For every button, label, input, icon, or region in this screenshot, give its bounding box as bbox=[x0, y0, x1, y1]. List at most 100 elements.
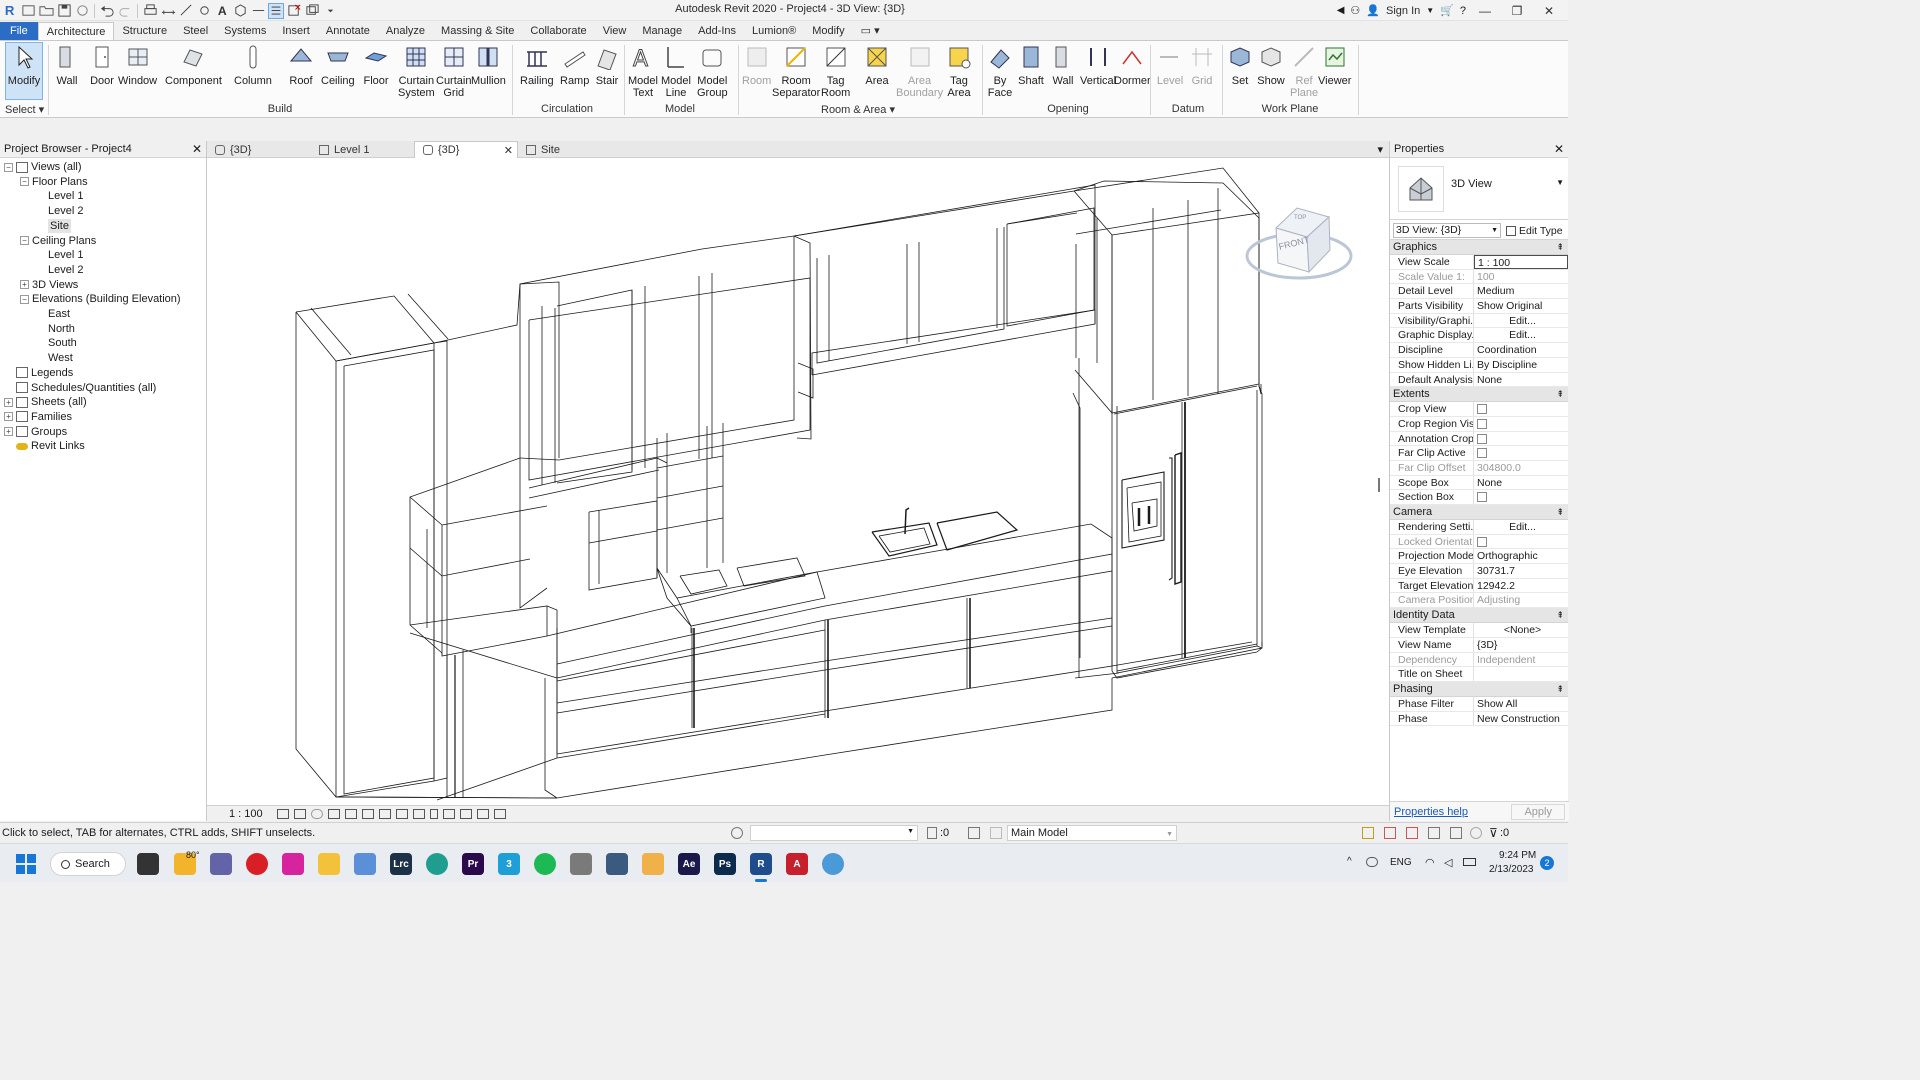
collapse-toggle[interactable]: − bbox=[20, 177, 29, 187]
properties-help-link[interactable]: Properties help bbox=[1394, 806, 1468, 818]
modify-button[interactable]: Modify bbox=[5, 42, 43, 100]
open-icon[interactable] bbox=[20, 3, 36, 19]
select-pinned-icon[interactable] bbox=[1406, 827, 1418, 839]
curtain-system-button[interactable]: Curtain System bbox=[398, 43, 435, 99]
checkbox[interactable] bbox=[1477, 404, 1487, 415]
tab-architecture[interactable]: Architecture bbox=[37, 22, 115, 40]
print-icon[interactable] bbox=[142, 3, 158, 19]
detail-level-icon[interactable] bbox=[276, 809, 289, 819]
tree-item-level-1[interactable]: Level 1 bbox=[36, 189, 83, 203]
prop-value[interactable]: Orthographic bbox=[1474, 549, 1568, 563]
tree-item-groups[interactable]: + Groups bbox=[4, 425, 67, 439]
windows-start-icon[interactable] bbox=[16, 854, 36, 874]
close-icon[interactable]: ✕ bbox=[504, 144, 513, 157]
show-button[interactable]: Show bbox=[1257, 43, 1285, 87]
after-effects-icon[interactable]: Ae bbox=[678, 853, 700, 875]
show-crop-icon[interactable] bbox=[378, 809, 391, 819]
tree-item-elevations-building-elevation[interactable]: − Elevations (Building Elevation) bbox=[20, 292, 181, 306]
section-graphics[interactable]: Graphics ⇞ bbox=[1390, 240, 1568, 255]
railing-button[interactable]: Railing bbox=[520, 43, 554, 87]
task-view-icon[interactable] bbox=[137, 853, 159, 875]
revit-taskbar-icon[interactable]: R bbox=[750, 853, 772, 875]
app-hat-icon[interactable] bbox=[570, 853, 592, 875]
set-button[interactable]: Set bbox=[1226, 43, 1254, 87]
undo-icon[interactable] bbox=[99, 3, 115, 19]
room-button[interactable]: Room bbox=[742, 43, 771, 87]
sun-path-icon[interactable] bbox=[310, 809, 323, 819]
measure-icon[interactable] bbox=[160, 3, 176, 19]
expand-toggle[interactable]: + bbox=[4, 397, 13, 407]
design-options-icon[interactable] bbox=[968, 827, 980, 839]
collapse-section-icon[interactable]: ⇞ bbox=[1556, 608, 1564, 623]
prop-value[interactable]: {3D} bbox=[1474, 638, 1568, 652]
prop-value[interactable] bbox=[1474, 667, 1568, 681]
tab-steel[interactable]: Steel bbox=[175, 22, 216, 40]
cart-icon[interactable]: 🛒 bbox=[1440, 4, 1454, 17]
teams-chat-icon[interactable] bbox=[210, 853, 232, 875]
roof-button[interactable]: Roof bbox=[287, 43, 315, 87]
taskbar-search[interactable]: Search bbox=[50, 852, 126, 876]
prop-value[interactable]: New Construction bbox=[1474, 712, 1568, 726]
switch-windows-icon[interactable] bbox=[304, 3, 320, 19]
tab-collaborate[interactable]: Collaborate bbox=[522, 22, 594, 40]
tag-room-button[interactable]: Tag Room bbox=[821, 43, 850, 99]
room-area-panel-label[interactable]: Room & Area ▾ bbox=[818, 103, 898, 116]
app-3-icon[interactable]: 3 bbox=[498, 853, 520, 875]
prop-value[interactable]: 12942.2 bbox=[1474, 579, 1568, 593]
chevron-up-icon[interactable]: ^ bbox=[1347, 856, 1352, 867]
viewcube-icon[interactable]: FRONTTOP bbox=[1245, 207, 1353, 280]
tree-item-west[interactable]: West bbox=[36, 351, 73, 365]
tree-item-north[interactable]: North bbox=[36, 322, 75, 336]
stair-button[interactable]: Stair bbox=[593, 43, 621, 87]
design-option-dropdown[interactable]: Main Model ▼ bbox=[1007, 825, 1177, 841]
wifi-icon[interactable]: ◠ bbox=[1425, 856, 1435, 869]
sync-icon[interactable] bbox=[74, 3, 90, 19]
media-icon[interactable] bbox=[642, 853, 664, 875]
save-icon[interactable] bbox=[56, 3, 72, 19]
tree-item-legends[interactable]: Legends bbox=[4, 366, 73, 380]
close-hidden-icon[interactable] bbox=[286, 3, 302, 19]
room-separator-button[interactable]: Room Separator bbox=[772, 43, 820, 99]
prop-value[interactable]: None bbox=[1474, 373, 1568, 387]
background-process-icon[interactable] bbox=[1470, 827, 1482, 839]
temp-view-props-icon[interactable] bbox=[442, 809, 455, 819]
clock-date[interactable]: 2/13/2023 bbox=[1489, 864, 1534, 875]
folder-icon[interactable] bbox=[38, 3, 54, 19]
reveal-hidden-icon[interactable] bbox=[429, 809, 438, 819]
user-icon[interactable]: 👤 bbox=[1366, 4, 1380, 17]
chevron-down-icon[interactable]: ▼ bbox=[1426, 6, 1434, 15]
tree-item-families[interactable]: + Families bbox=[4, 410, 72, 424]
editable-only-icon[interactable] bbox=[927, 827, 937, 839]
lumion-icon[interactable] bbox=[822, 853, 844, 875]
sign-in-link[interactable]: Sign In bbox=[1386, 5, 1420, 17]
prop-value[interactable]: None bbox=[1474, 476, 1568, 490]
floor-button[interactable]: Floor bbox=[362, 43, 390, 87]
close-icon[interactable]: ✕ bbox=[192, 142, 202, 156]
tree-item-level-1[interactable]: Level 1 bbox=[36, 248, 83, 262]
collapse-toggle[interactable]: − bbox=[20, 236, 29, 245]
premiere-icon[interactable]: Pr bbox=[462, 853, 484, 875]
tab-structure[interactable]: Structure bbox=[114, 22, 175, 40]
edit-type-button[interactable]: Edit Type bbox=[1506, 223, 1563, 238]
filter-icon[interactable]: ⊽ bbox=[1489, 826, 1498, 840]
checkbox[interactable] bbox=[1477, 492, 1487, 503]
tree-item-floor-plans[interactable]: − Floor Plans bbox=[20, 175, 88, 189]
clock-time[interactable]: 9:24 PM bbox=[1499, 850, 1536, 861]
binoculars-icon[interactable]: ⚇ bbox=[1350, 4, 1360, 17]
prop-value[interactable]: <None> bbox=[1474, 623, 1568, 637]
highlight-displacement-icon[interactable] bbox=[476, 809, 489, 819]
section-extents[interactable]: Extents ⇞ bbox=[1390, 387, 1568, 403]
customize-qat-icon[interactable] bbox=[322, 3, 338, 19]
vertical-button[interactable]: Vertical bbox=[1080, 43, 1116, 87]
crop-view-icon[interactable] bbox=[361, 809, 374, 819]
collapse-section-icon[interactable]: ⇞ bbox=[1556, 240, 1564, 255]
tree-item-ceiling-plans[interactable]: − Ceiling Plans bbox=[20, 234, 96, 248]
by-face-button[interactable]: By Face bbox=[986, 43, 1014, 99]
sketchup-icon[interactable] bbox=[606, 853, 628, 875]
tab-systems[interactable]: Systems bbox=[216, 22, 274, 40]
tab-view[interactable]: View bbox=[595, 22, 635, 40]
chevron-down-icon[interactable]: ▼ bbox=[1556, 178, 1564, 187]
shaft-button[interactable]: Shaft bbox=[1017, 43, 1045, 87]
view-scale[interactable]: 1 : 100 bbox=[229, 808, 263, 820]
default-3d-view-icon[interactable] bbox=[232, 3, 248, 19]
